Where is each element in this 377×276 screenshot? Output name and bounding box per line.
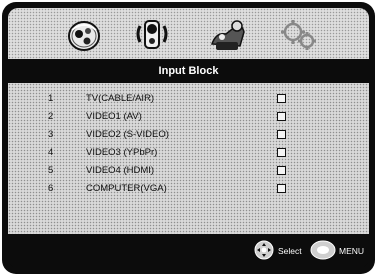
audio-icon[interactable] — [130, 12, 174, 56]
list-item[interactable]: 1 TV(CABLE/AIR) — [8, 90, 369, 108]
item-label: VIDEO2 (S-VIDEO) — [86, 129, 169, 140]
tv-menu-frame: Input Block 1 TV(CABLE/AIR) 2 VIDEO1 (AV… — [2, 2, 375, 274]
setup-icon[interactable] — [276, 12, 320, 56]
item-number: 5 — [48, 165, 54, 176]
footer-bar: Select MENU — [8, 234, 369, 268]
block-checkbox[interactable] — [277, 184, 286, 193]
parental-icon[interactable] — [206, 12, 250, 56]
input-list: 1 TV(CABLE/AIR) 2 VIDEO1 (AV) 3 VIDEO2 (… — [8, 83, 369, 234]
block-checkbox[interactable] — [277, 130, 286, 139]
list-item[interactable]: 3 VIDEO2 (S-VIDEO) — [8, 126, 369, 144]
list-item[interactable]: 5 VIDEO4 (HDMI) — [8, 162, 369, 180]
item-label: VIDEO1 (AV) — [86, 111, 142, 122]
menu-button-icon — [310, 240, 336, 260]
block-checkbox[interactable] — [277, 94, 286, 103]
item-label: VIDEO3 (YPbPr) — [86, 147, 158, 158]
menu-hint: MENU — [339, 246, 365, 256]
block-checkbox[interactable] — [277, 112, 286, 121]
dpad-icon — [254, 240, 274, 260]
list-item[interactable]: 6 COMPUTER(VGA) — [8, 180, 369, 198]
item-number: 6 — [48, 183, 54, 194]
picture-icon[interactable] — [62, 12, 106, 56]
item-label: TV(CABLE/AIR) — [86, 93, 155, 104]
menu-icon-bar — [8, 8, 369, 59]
item-number: 1 — [48, 93, 54, 104]
block-checkbox[interactable] — [277, 166, 286, 175]
list-item[interactable]: 2 VIDEO1 (AV) — [8, 108, 369, 126]
page-title: Input Block — [8, 59, 369, 83]
item-number: 4 — [48, 147, 54, 158]
item-number: 3 — [48, 129, 54, 140]
list-item[interactable]: 4 VIDEO3 (YPbPr) — [8, 144, 369, 162]
block-checkbox[interactable] — [277, 148, 286, 157]
item-label: COMPUTER(VGA) — [86, 183, 167, 194]
select-hint: Select — [278, 246, 302, 256]
item-label: VIDEO4 (HDMI) — [86, 165, 155, 176]
item-number: 2 — [48, 111, 54, 122]
